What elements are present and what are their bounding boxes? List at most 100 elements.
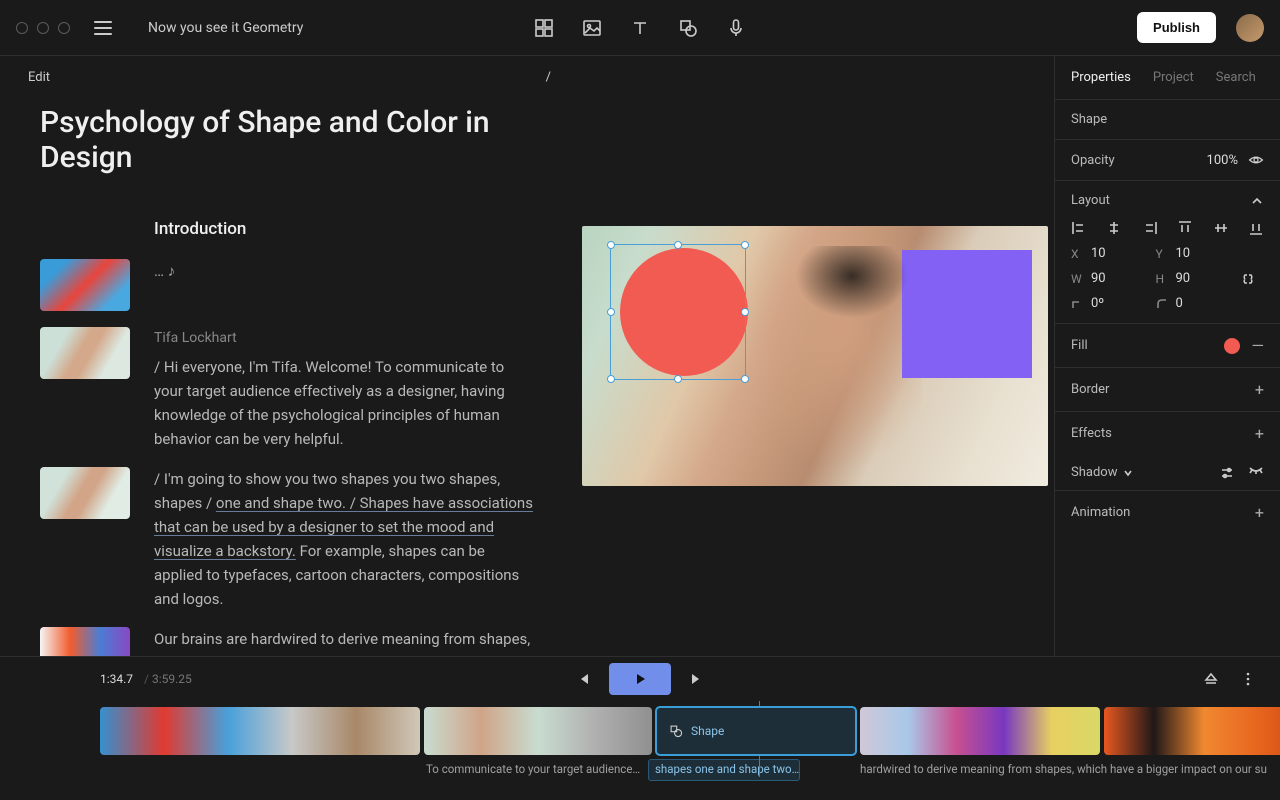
- canvas-pane[interactable]: [575, 56, 1054, 656]
- opacity-value[interactable]: 100%: [1207, 153, 1238, 168]
- bottom-panel: 1:34.7 / 3:59.25 Shape: [0, 656, 1280, 800]
- menu-icon[interactable]: [94, 21, 112, 35]
- x-input[interactable]: X10: [1071, 246, 1144, 261]
- shape-section: Shape: [1055, 99, 1280, 139]
- microphone-icon[interactable]: [726, 18, 746, 38]
- script-row: / I'm going to show you two shapes you t…: [40, 467, 535, 611]
- layout-label: Layout: [1071, 193, 1110, 208]
- align-center-h-icon[interactable]: [1106, 220, 1122, 236]
- shape-icon: [669, 724, 683, 738]
- timeline-clip[interactable]: [1104, 707, 1280, 755]
- script-editor-pane: Edit / Psychology of Shape and Color in …: [0, 56, 575, 656]
- slash-command-hint[interactable]: /: [546, 70, 551, 85]
- visibility-icon[interactable]: [1248, 152, 1264, 168]
- layout-grid-icon[interactable]: [534, 18, 554, 38]
- play-button[interactable]: [609, 663, 671, 695]
- corner-radius-input[interactable]: 0: [1156, 296, 1229, 311]
- minimize-window-icon[interactable]: [37, 22, 49, 34]
- chevron-up-icon[interactable]: [1250, 194, 1264, 208]
- tab-properties[interactable]: Properties: [1071, 70, 1131, 85]
- shape-clip-label: Shape: [691, 724, 724, 738]
- tab-project[interactable]: Project: [1153, 70, 1194, 85]
- caption-segment[interactable]: [800, 759, 854, 781]
- caption-track: To communicate to your target audience… …: [100, 759, 1280, 781]
- clip-thumbnail[interactable]: [40, 467, 130, 519]
- clip-thumbnail[interactable]: [40, 327, 130, 379]
- remove-fill-icon[interactable]: —: [1252, 336, 1265, 355]
- chevron-down-icon[interactable]: [1123, 468, 1133, 478]
- properties-panel: Properties Project Search Shape Opacity …: [1054, 56, 1280, 656]
- main-area: Edit / Psychology of Shape and Color in …: [0, 56, 1280, 656]
- align-top-icon[interactable]: [1177, 220, 1193, 236]
- selection-box[interactable]: [610, 244, 746, 380]
- edit-tab[interactable]: Edit: [28, 70, 50, 85]
- transcript-text[interactable]: / I'm going to show you two shapes you t…: [154, 470, 533, 608]
- animation-section: Animation +: [1055, 490, 1280, 534]
- skip-back-icon[interactable]: [575, 671, 591, 687]
- shadow-effect-row[interactable]: Shadow: [1055, 455, 1280, 480]
- transcript-text[interactable]: Our brains are hardwired to derive meani…: [154, 630, 530, 656]
- align-right-icon[interactable]: [1142, 220, 1158, 236]
- link-dimensions-icon[interactable]: [1240, 273, 1256, 285]
- border-label: Border: [1071, 382, 1109, 397]
- y-input[interactable]: Y10: [1156, 246, 1229, 261]
- caption-segment[interactable]: hardwired to derive meaning from shapes,…: [854, 759, 1280, 781]
- window-controls: [16, 22, 70, 34]
- speaker-label: Tifa Lockhart: [154, 327, 535, 349]
- animation-label: Animation: [1071, 505, 1130, 520]
- caption-segment[interactable]: To communicate to your target audience…: [420, 759, 648, 781]
- caption-segment-selected[interactable]: shapes one and shape two…: [648, 759, 800, 781]
- eject-icon[interactable]: [1202, 670, 1220, 688]
- align-center-v-icon[interactable]: [1213, 220, 1229, 236]
- page-title: Psychology of Shape and Color in Design: [40, 105, 535, 175]
- fill-color-swatch[interactable]: [1224, 338, 1240, 354]
- opacity-section: Opacity 100%: [1055, 139, 1280, 180]
- more-options-icon[interactable]: [1240, 671, 1256, 687]
- align-left-icon[interactable]: [1071, 220, 1087, 236]
- user-avatar[interactable]: [1236, 14, 1264, 42]
- image-icon[interactable]: [582, 18, 602, 38]
- editor-content[interactable]: Psychology of Shape and Color in Design …: [0, 85, 575, 656]
- add-border-icon[interactable]: +: [1255, 380, 1264, 399]
- width-input[interactable]: W90: [1071, 271, 1144, 286]
- editor-header: Edit /: [0, 56, 575, 85]
- video-preview[interactable]: [582, 226, 1048, 486]
- fill-section: Fill —: [1055, 323, 1280, 367]
- script-row: Our brains are hardwired to derive meani…: [40, 627, 535, 656]
- video-track: Shape: [100, 707, 1280, 755]
- timeline[interactable]: Shape To communicate to your target audi…: [0, 701, 1280, 787]
- add-effect-icon[interactable]: +: [1255, 424, 1264, 443]
- transport-bar: 1:34.7 / 3:59.25: [0, 657, 1280, 701]
- section-heading: Introduction: [154, 219, 535, 239]
- shape-icon[interactable]: [678, 18, 698, 38]
- clip-thumbnail[interactable]: [40, 627, 130, 656]
- height-input[interactable]: H90: [1156, 271, 1229, 286]
- effect-settings-icon[interactable]: [1220, 466, 1234, 480]
- timeline-clip[interactable]: [100, 707, 420, 755]
- clip-thumbnail[interactable]: [40, 259, 130, 311]
- rotation-input[interactable]: 0º: [1071, 296, 1144, 311]
- skip-forward-icon[interactable]: [689, 671, 705, 687]
- text-icon[interactable]: [630, 18, 650, 38]
- maximize-window-icon[interactable]: [58, 22, 70, 34]
- border-section: Border +: [1055, 367, 1280, 411]
- caption-segment[interactable]: [100, 759, 420, 781]
- toolbar-center: [534, 18, 746, 38]
- align-bottom-icon[interactable]: [1248, 220, 1264, 236]
- timeline-clip[interactable]: [860, 707, 1100, 755]
- current-time[interactable]: 1:34.7: [100, 672, 133, 686]
- effect-hidden-icon[interactable]: [1248, 466, 1264, 476]
- tab-search[interactable]: Search: [1216, 70, 1256, 85]
- square-shape[interactable]: [902, 250, 1032, 378]
- timeline-shape-clip[interactable]: Shape: [656, 707, 856, 755]
- publish-button[interactable]: Publish: [1137, 12, 1216, 43]
- close-window-icon[interactable]: [16, 22, 28, 34]
- add-animation-icon[interactable]: +: [1255, 503, 1264, 522]
- script-row: Tifa Lockhart / Hi everyone, I'm Tifa. W…: [40, 327, 535, 451]
- shape-label: Shape: [1071, 112, 1107, 127]
- document-title[interactable]: Now you see it Geometry: [148, 20, 303, 36]
- transcript-text[interactable]: / Hi everyone, I'm Tifa. Welcome! To com…: [154, 358, 505, 448]
- timeline-clip[interactable]: [424, 707, 652, 755]
- timecode: 1:34.7 / 3:59.25: [100, 672, 192, 686]
- script-row: … ♪: [40, 259, 535, 311]
